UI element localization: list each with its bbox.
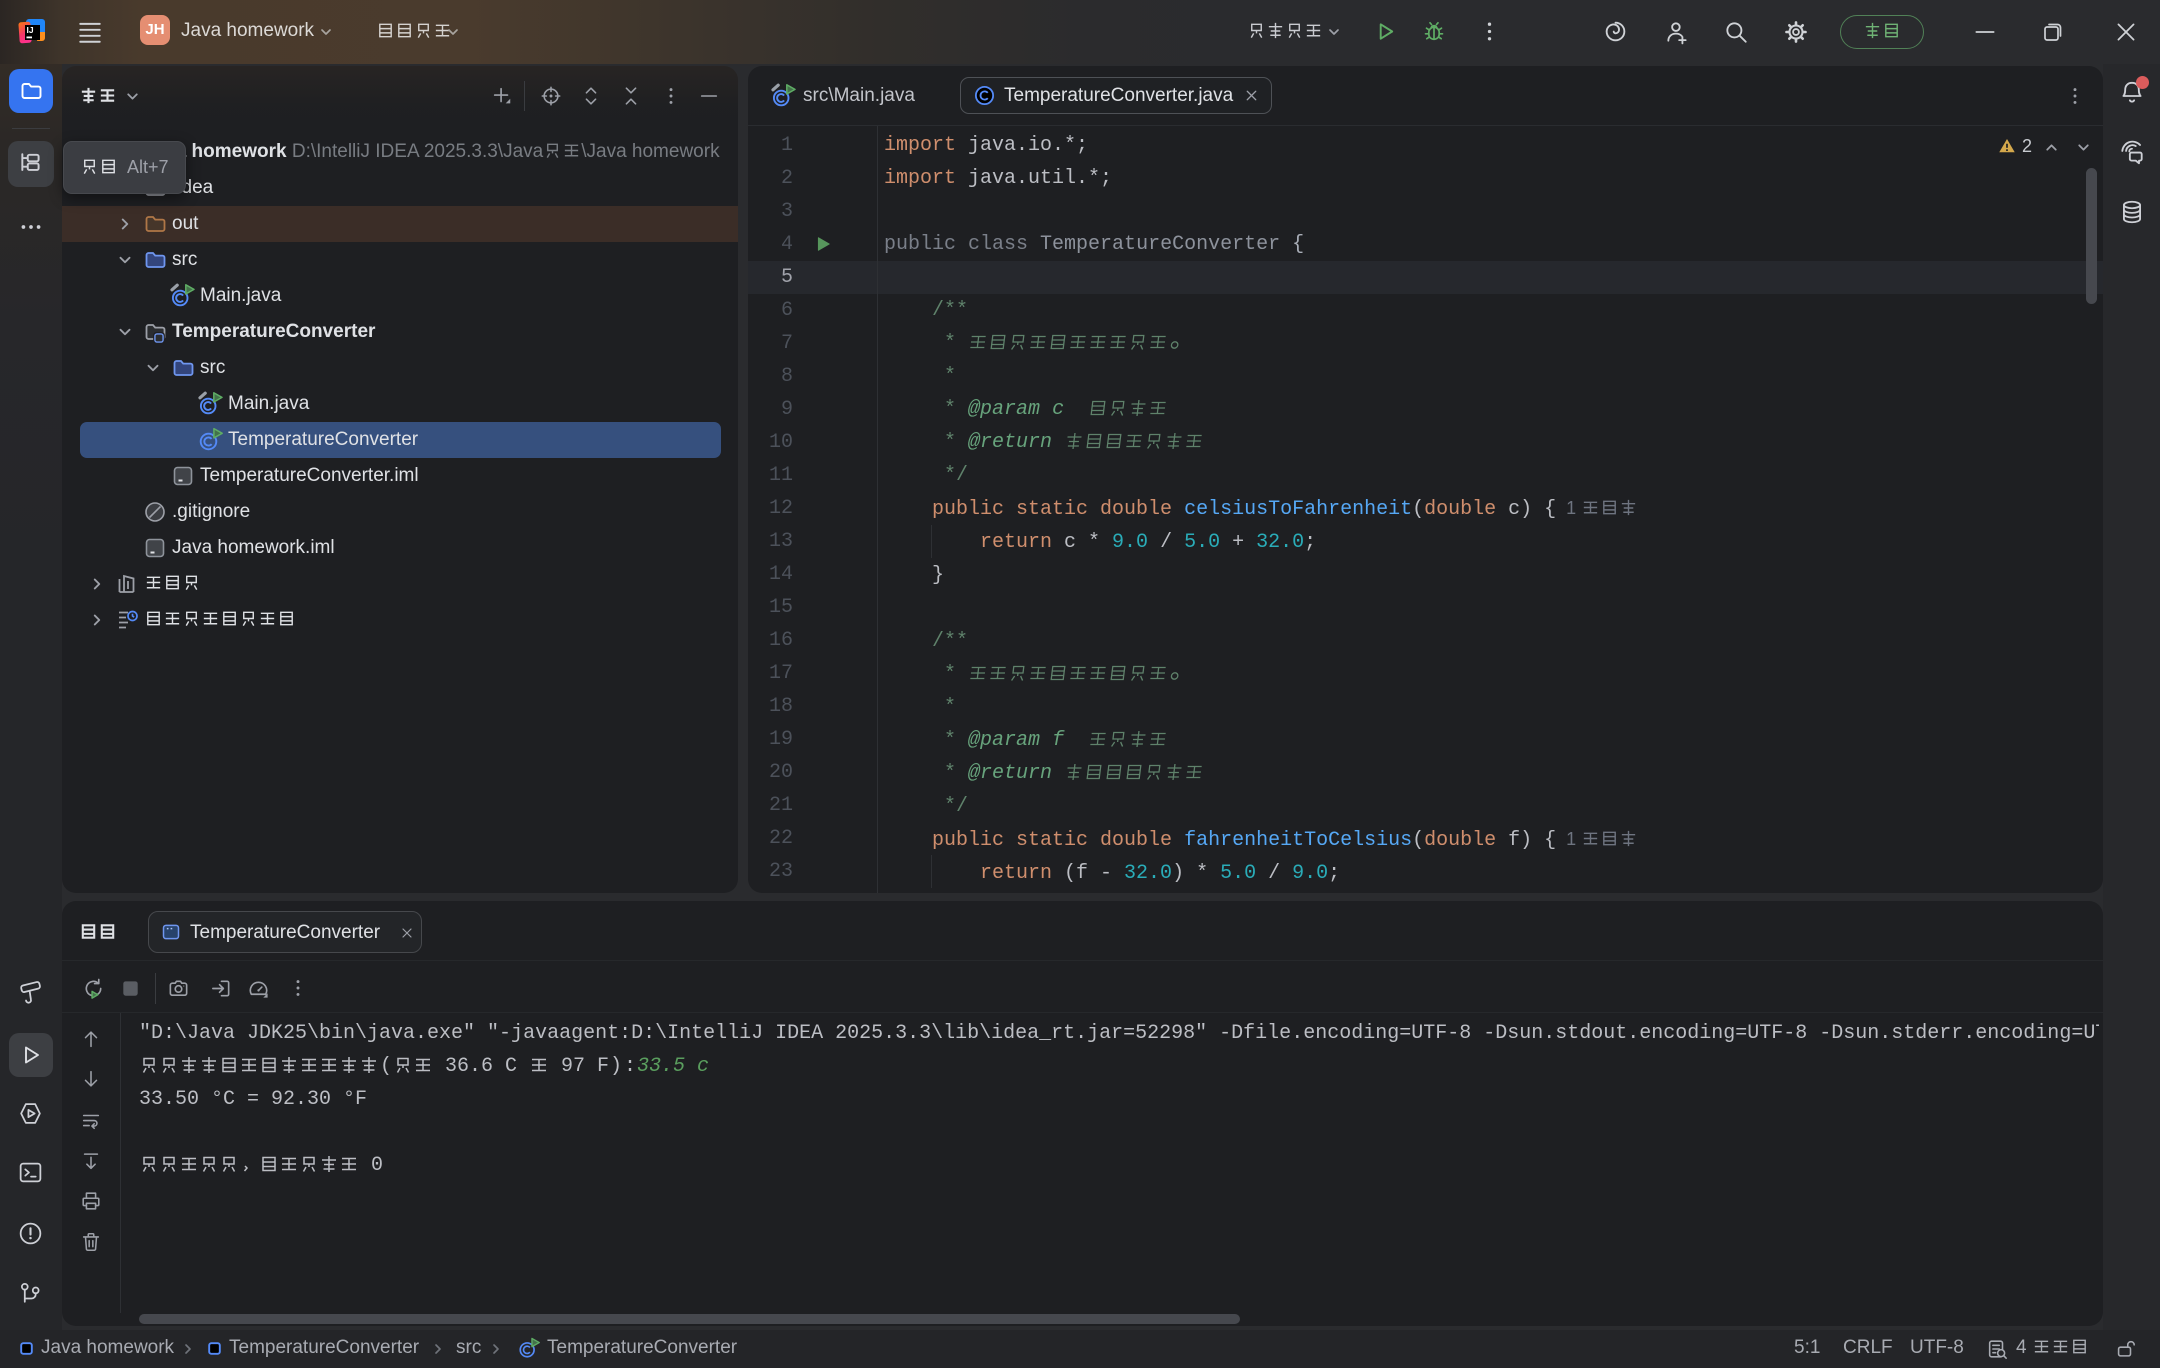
svg-text:IJ: IJ <box>27 25 34 35</box>
